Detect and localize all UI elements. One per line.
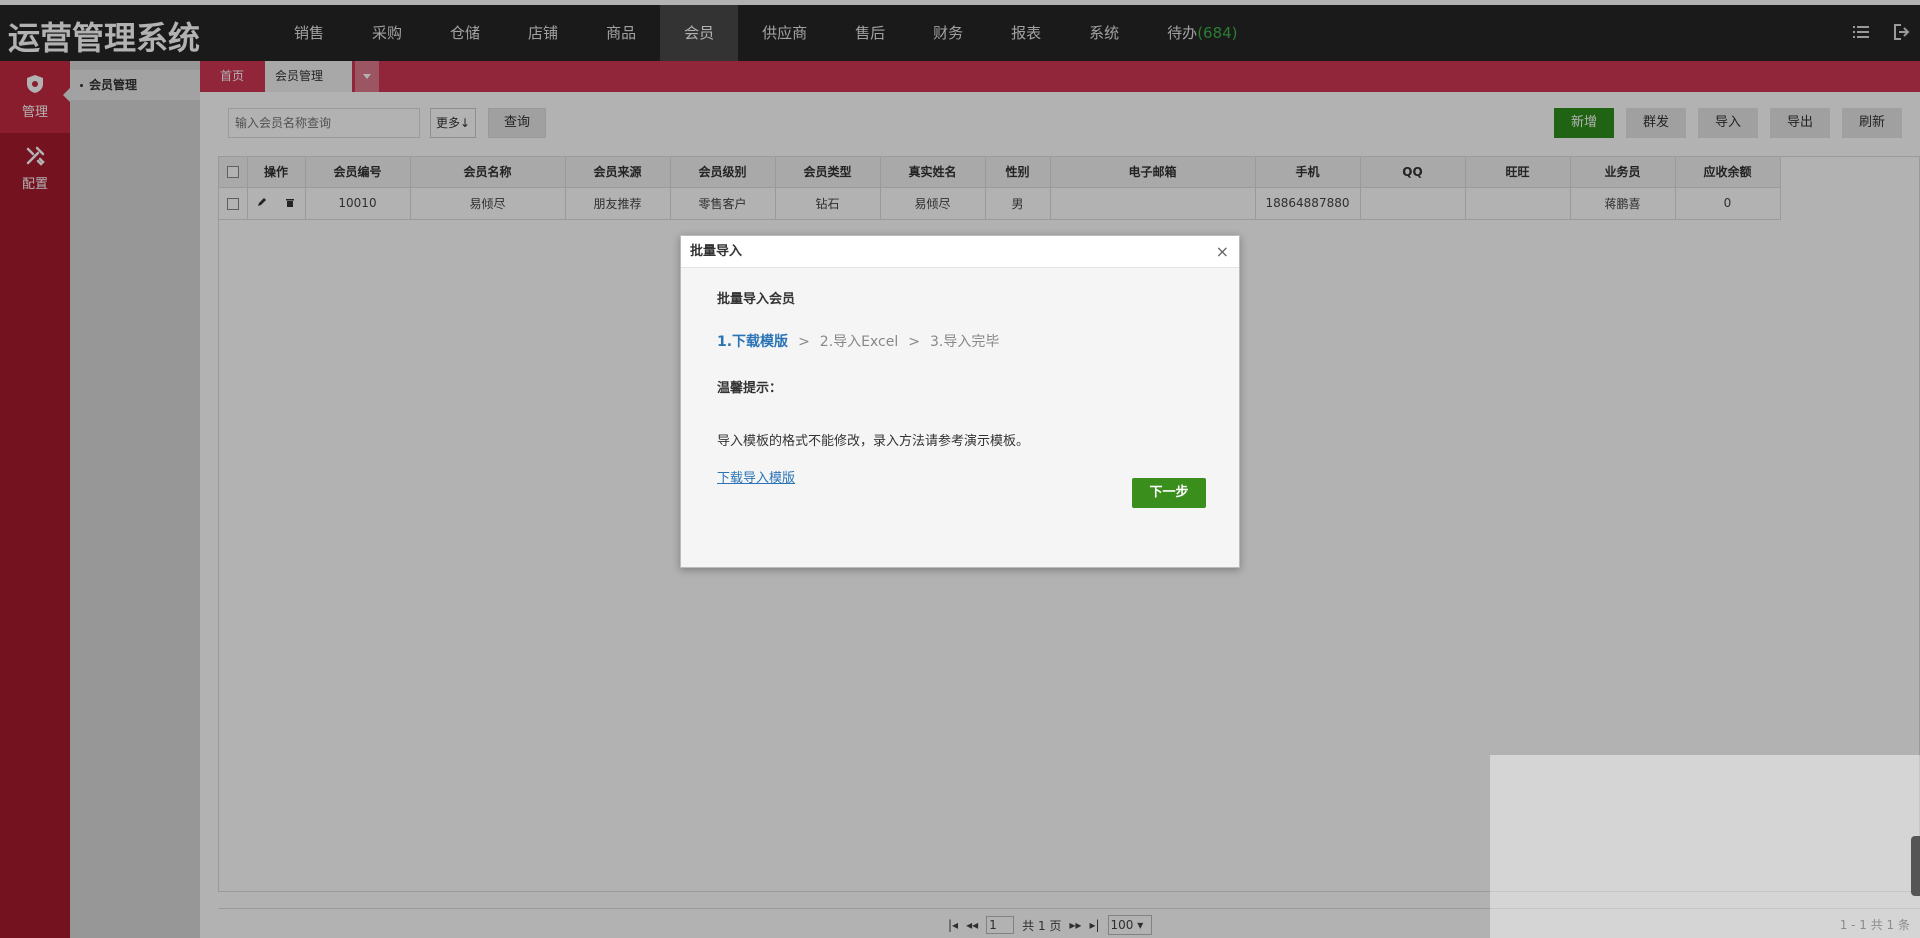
step-download: 1.下载模版 bbox=[717, 334, 789, 350]
dialog-title: 批量导入 bbox=[681, 236, 1239, 268]
ghost-panel bbox=[1490, 755, 1920, 938]
step-done: 3.导入完毕 bbox=[929, 334, 1000, 350]
import-steps: 1.下载模版 >2.导入Excel >3.导入完毕 bbox=[717, 331, 1203, 351]
side-handle[interactable] bbox=[1911, 836, 1920, 896]
step-import: 2.导入Excel bbox=[819, 334, 899, 350]
step-separator: > bbox=[908, 334, 920, 350]
batch-import-dialog: 批量导入 × 批量导入会员 1.下载模版 >2.导入Excel >3.导入完毕 温馨… bbox=[680, 235, 1240, 568]
dialog-body: 批量导入会员 1.下载模版 >2.导入Excel >3.导入完毕 温馨提示： 导入模… bbox=[681, 268, 1239, 506]
dialog-heading: 批量导入会员 bbox=[717, 292, 796, 307]
tip-title: 温馨提示： bbox=[717, 381, 783, 396]
step-separator: > bbox=[798, 334, 810, 350]
close-icon[interactable]: × bbox=[1216, 242, 1229, 261]
tip-text: 导入模板的格式不能修改，录入方法请参考演示模板。 bbox=[717, 434, 1030, 449]
download-template-link[interactable]: 下载导入模版 bbox=[717, 467, 795, 486]
next-step-button[interactable]: 下一步 bbox=[1132, 478, 1206, 508]
